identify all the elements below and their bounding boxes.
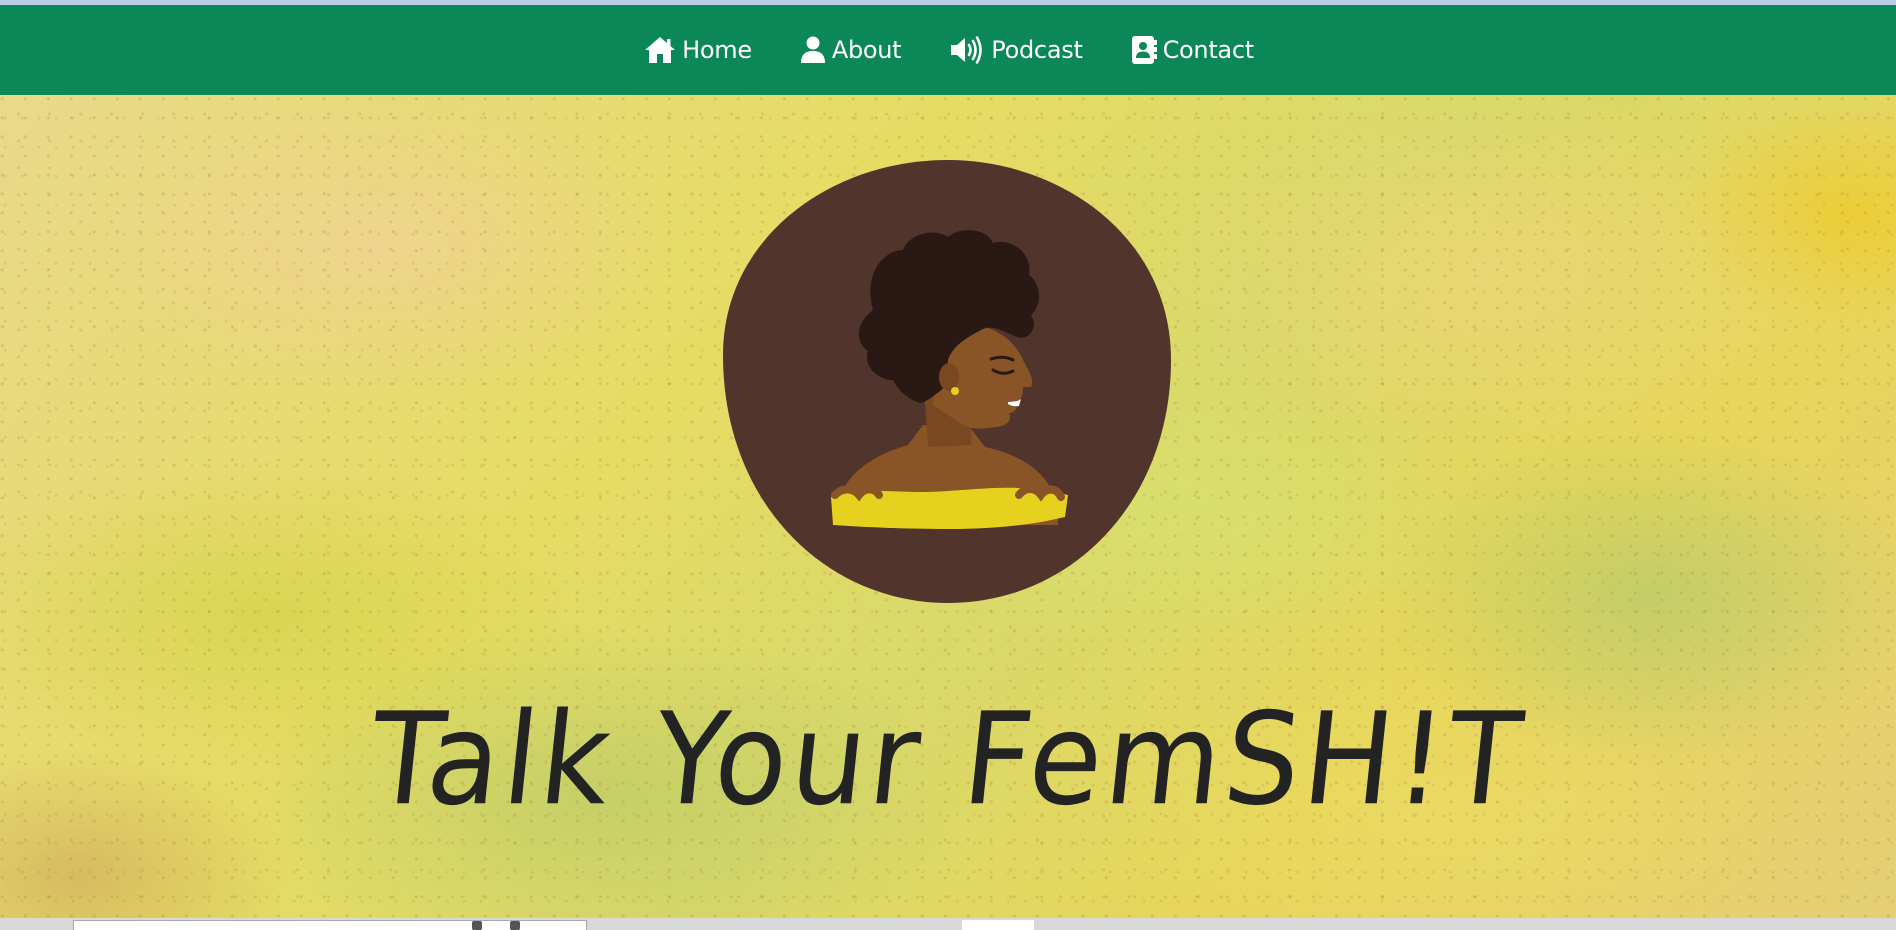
taskbar-app-icon[interactable] xyxy=(472,921,482,930)
nav-about-link[interactable]: About xyxy=(800,36,902,64)
nav-home-label: Home xyxy=(682,36,752,64)
speaker-icon xyxy=(949,36,985,64)
nav-list: Home About Podcast Contact xyxy=(644,35,1254,65)
nav-home-link[interactable]: Home xyxy=(644,36,752,64)
nav-podcast-link[interactable]: Podcast xyxy=(949,36,1083,64)
nav-contact-link[interactable]: Contact xyxy=(1131,35,1254,65)
nav-contact-label: Contact xyxy=(1162,36,1255,64)
main-navbar: Home About Podcast Contact xyxy=(0,5,1896,95)
nav-about-label: About xyxy=(831,36,902,64)
taskbar-strip xyxy=(0,918,1896,930)
taskbar-app-icon[interactable] xyxy=(510,921,520,930)
user-icon xyxy=(800,36,826,64)
taskbar-active-item[interactable] xyxy=(962,920,1034,930)
site-title: Talk Your FemSH!T xyxy=(363,684,1533,834)
home-icon xyxy=(644,36,676,64)
nav-podcast-label: Podcast xyxy=(991,36,1083,64)
hero-section: Talk Your FemSH!T xyxy=(0,95,1896,918)
woman-profile-illustration xyxy=(723,160,1171,603)
contact-card-icon xyxy=(1131,35,1157,65)
